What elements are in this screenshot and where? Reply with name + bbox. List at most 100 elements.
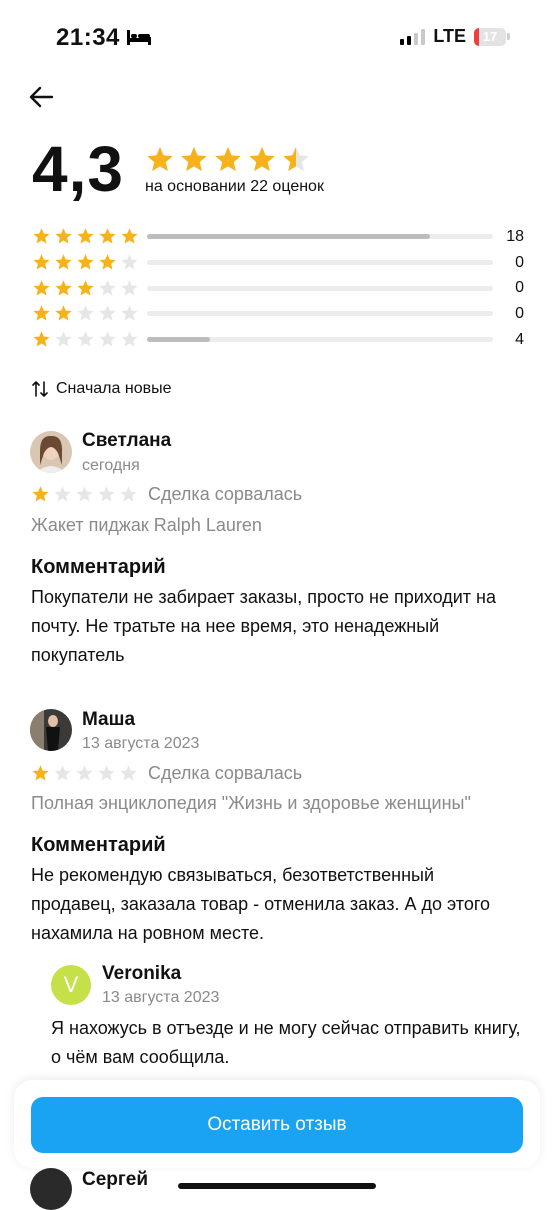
star-icon [283, 146, 309, 172]
review-date: 13 августа 2023 [82, 735, 200, 752]
review-stars [31, 764, 138, 783]
star-icon [121, 279, 138, 296]
star-icon [76, 765, 93, 781]
average-stars [145, 145, 311, 175]
star-icon [33, 305, 50, 321]
histogram-row: 0 [32, 301, 524, 327]
star-icon [181, 146, 207, 172]
histogram-fill [147, 234, 431, 240]
histogram-row: 4 [32, 327, 524, 353]
star-icon [32, 486, 49, 502]
star-icon [215, 146, 241, 172]
arrow-left-icon[interactable] [28, 84, 54, 110]
histogram-track [147, 234, 493, 240]
product-name: Полная энциклопедия "Жизнь и здоровье же… [31, 793, 471, 813]
avatar[interactable] [30, 709, 72, 751]
comment-title: Комментарий [31, 556, 166, 578]
star-icon [77, 279, 94, 296]
review-rating: Сделка сорвалась [31, 484, 302, 505]
star-icon [33, 279, 50, 296]
star-icon [55, 279, 72, 296]
star-icon [99, 228, 116, 244]
comment-text: Не рекомендую связываться, безответствен… [31, 865, 491, 943]
product-name: Жакет пиджак Ralph Lauren [31, 515, 262, 535]
star-icon [33, 228, 50, 244]
bed-icon [127, 30, 151, 45]
reply-text: Я нахожусь в отъезде и не могу сейчас от… [51, 1018, 521, 1067]
star-icon [76, 486, 93, 502]
histogram-track [147, 260, 493, 266]
histogram-count: 0 [515, 253, 524, 271]
home-indicator[interactable] [178, 1183, 376, 1189]
star-icon [99, 254, 116, 270]
star-icon [98, 765, 115, 781]
reviewer-name: Светлана [82, 430, 172, 451]
avatar[interactable] [30, 431, 72, 473]
reply-date: 13 августа 2023 [102, 989, 220, 1006]
reply-author: Veronika [102, 963, 182, 984]
histogram-count: 4 [515, 330, 524, 348]
histogram-stars [32, 227, 144, 246]
star-icon [77, 254, 94, 270]
ratings-count: на основании 22 оценок [145, 178, 324, 195]
star-icon [54, 486, 71, 502]
average-rating: 4,3 [32, 133, 124, 205]
star-icon [55, 305, 72, 321]
avatar[interactable] [30, 1168, 72, 1210]
star-icon [99, 279, 116, 296]
star-icon [120, 765, 137, 781]
comment-text: Покупатели не забирает заказы, просто не… [31, 587, 496, 665]
star-icon [121, 228, 138, 244]
histogram-count: 0 [515, 304, 524, 322]
star-icon [32, 765, 49, 781]
star-icon [55, 254, 72, 270]
histogram-stars [32, 279, 144, 298]
sort-label: Сначала новые [56, 380, 172, 397]
star-icon [77, 228, 94, 244]
comment-title: Комментарий [31, 834, 166, 856]
histogram-count: 18 [506, 227, 524, 245]
star-icon [33, 331, 50, 347]
review-rating: Сделка сорвалась [31, 763, 302, 784]
battery-level: 17 [482, 28, 498, 44]
star-icon [54, 765, 71, 781]
star-icon [121, 305, 138, 321]
star-icon [120, 486, 137, 502]
histogram-count: 0 [515, 279, 524, 297]
histogram-stars [32, 253, 144, 272]
status-time: 21:34 [56, 24, 120, 51]
review-stars [31, 485, 138, 504]
star-icon [55, 331, 72, 347]
deal-outcome: Сделка сорвалась [148, 763, 303, 783]
histogram-stars [32, 304, 144, 323]
star-icon [249, 146, 275, 172]
star-icon [121, 331, 138, 347]
star-icon [55, 228, 72, 244]
reply-avatar[interactable]: V [51, 965, 91, 1005]
star-icon [77, 331, 94, 347]
sort-button[interactable]: Сначала новые [32, 380, 171, 398]
rating-histogram: 18 0 0 0 4 [32, 224, 524, 352]
leave-review-button[interactable]: Оставить отзыв [31, 1097, 523, 1153]
status-indicators: LTE 17 [400, 26, 510, 47]
network-label: LTE [433, 26, 466, 46]
reviewer-name: Маша [82, 709, 136, 730]
histogram-stars [32, 330, 144, 349]
histogram-fill [147, 337, 210, 343]
sort-arrows-icon [32, 381, 48, 397]
histogram-track [147, 285, 493, 291]
star-icon [99, 331, 116, 347]
star-icon [98, 486, 115, 502]
review-date: сегодня [82, 457, 140, 474]
histogram-row: 0 [32, 250, 524, 276]
star-icon [99, 305, 116, 321]
deal-outcome: Сделка сорвалась [148, 484, 303, 504]
star-icon [33, 254, 50, 270]
histogram-track [147, 311, 493, 317]
histogram-track [147, 337, 493, 343]
star-icon [121, 254, 138, 270]
histogram-row: 18 [32, 224, 524, 250]
star-icon [77, 305, 94, 321]
star-icon [147, 146, 173, 172]
reviewer-name: Сергей [82, 1169, 149, 1190]
